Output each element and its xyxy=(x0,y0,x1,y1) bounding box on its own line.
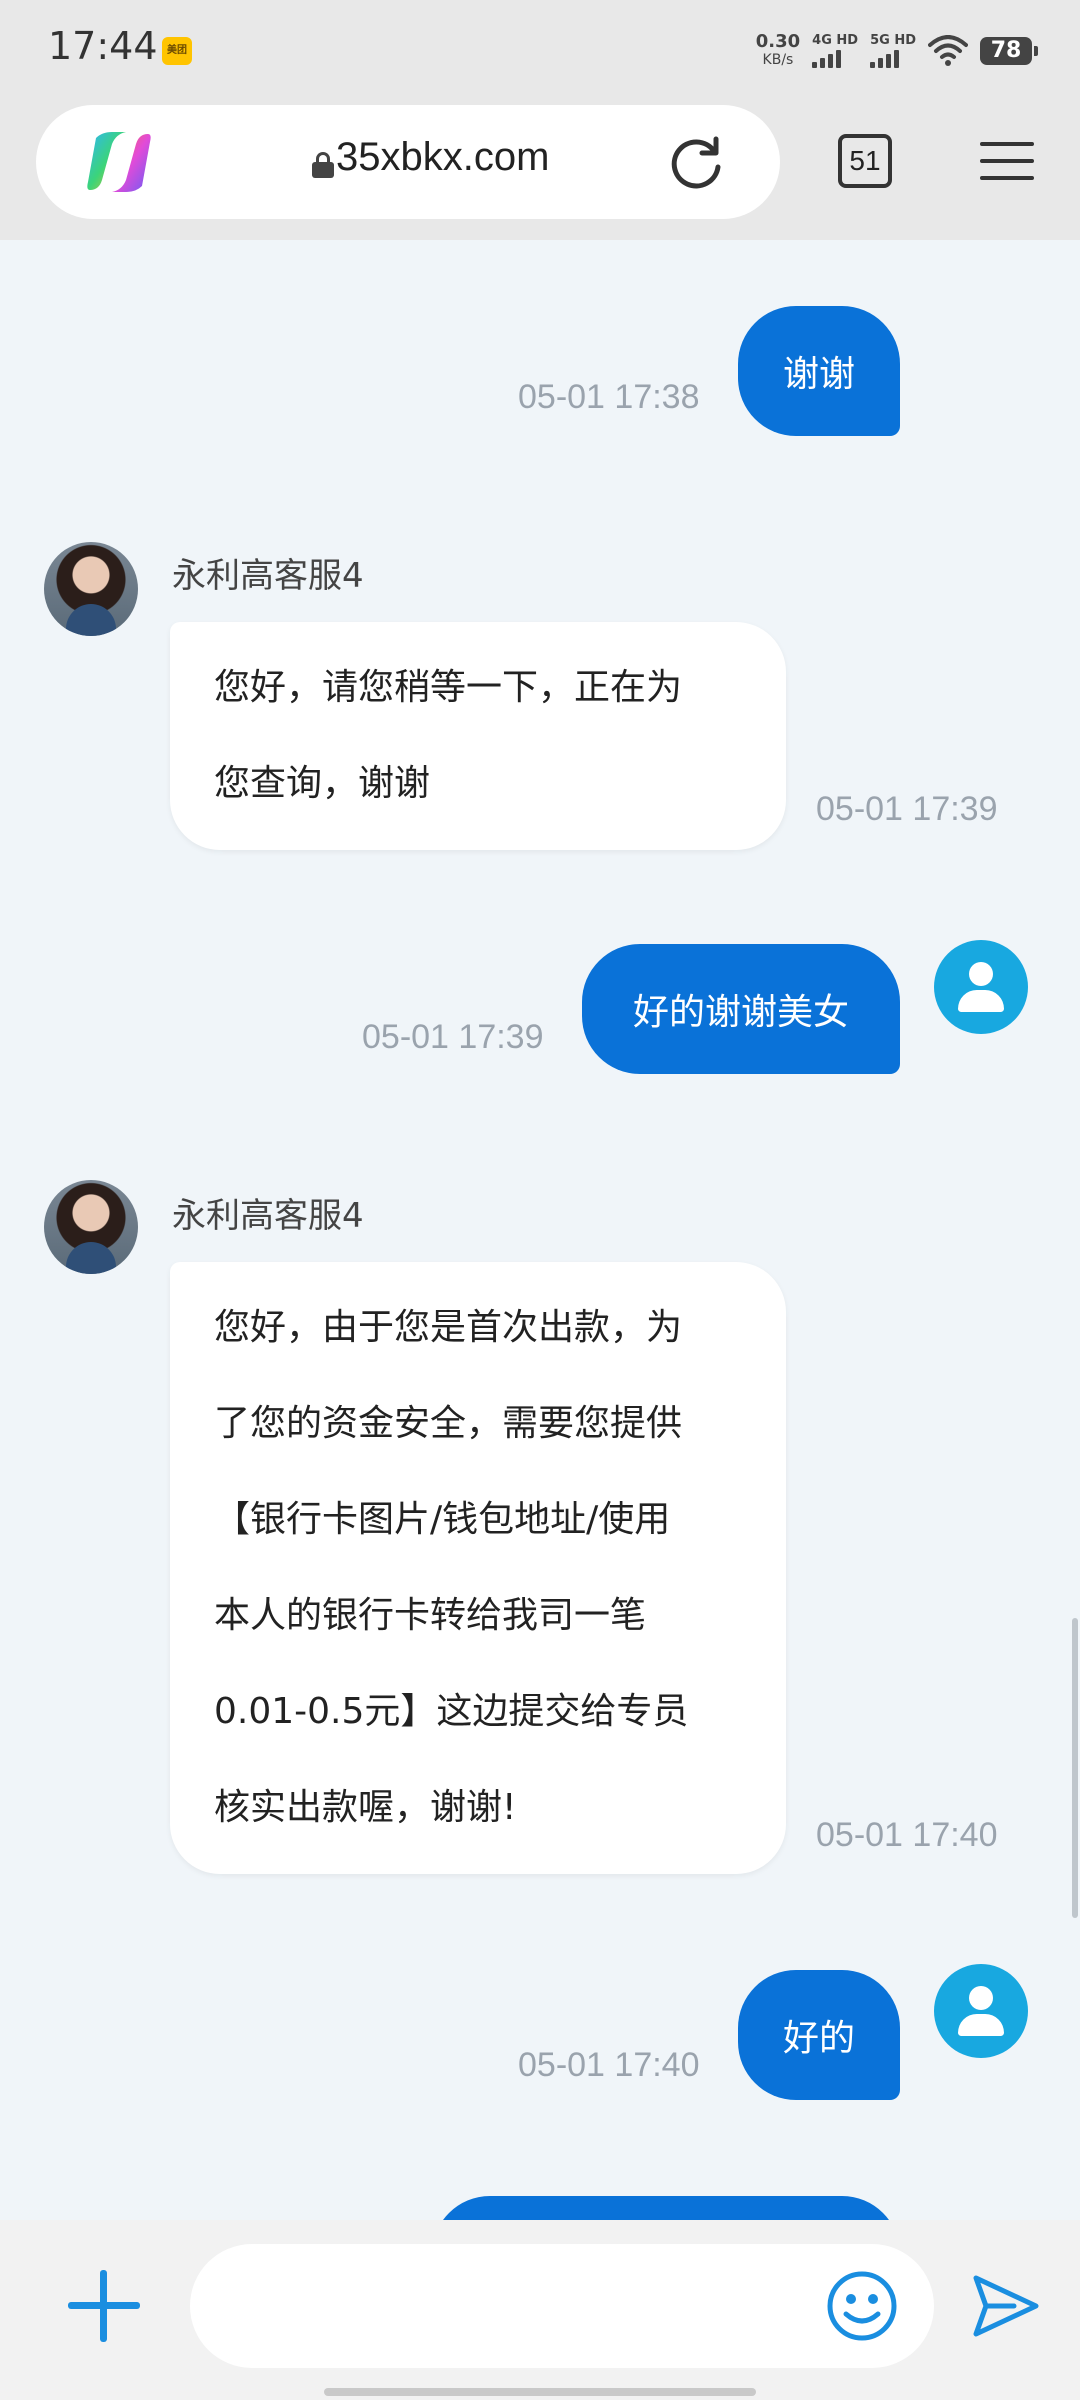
message-bubble[interactable]: 好的 xyxy=(738,1970,900,2100)
chat-scrollbar[interactable] xyxy=(1072,1618,1078,1918)
incoming-message-bubble[interactable]: 您好，请您稍等一下，正在为 您查询，谢谢 xyxy=(170,622,786,850)
message-line: 您好，由于您是首次出款，为 xyxy=(214,1307,683,1348)
network-speed-unit: KB/s xyxy=(762,52,794,68)
agent-avatar[interactable] xyxy=(44,1180,138,1274)
user-avatar-icon xyxy=(934,940,1028,1034)
agent-avatar[interactable] xyxy=(44,542,138,636)
sim1-signal-icon: 4G HD xyxy=(812,34,858,68)
sim2-signal-icon: 5G HD xyxy=(870,34,916,68)
copilot-icon[interactable] xyxy=(86,130,152,194)
meituan-app-icon: 美团 xyxy=(162,37,192,65)
status-indicators: 0.30 KB/s 4G HD 5G HD 78 xyxy=(756,26,1038,76)
sender-name: 永利高客服4 xyxy=(172,556,364,596)
message-line: 了您的资金安全，需要您提供 xyxy=(214,1403,683,1444)
status-bar: 17:44 美团 0.30 KB/s 4G HD 5G HD 78 xyxy=(0,0,1080,100)
message-input[interactable] xyxy=(190,2244,934,2368)
message-timestamp: 05-01 17:39 xyxy=(816,790,998,828)
home-indicator[interactable] xyxy=(324,2388,756,2396)
menu-icon[interactable] xyxy=(980,142,1034,182)
outgoing-message: 好的谢谢美女 xyxy=(582,944,900,1074)
wifi-icon xyxy=(928,35,968,66)
battery-icon: 78 xyxy=(980,37,1038,65)
message-input-bar xyxy=(0,2220,1080,2400)
message-line: 核实出款喔，谢谢! xyxy=(214,1787,517,1828)
user-avatar-icon xyxy=(934,1964,1028,2058)
message-bubble[interactable]: 好的谢谢美女 xyxy=(582,944,900,1074)
message-line: 您查询，谢谢 xyxy=(214,763,431,804)
reload-icon[interactable] xyxy=(666,133,726,193)
address-bar[interactable]: 35xbkx.com xyxy=(36,105,780,219)
chat-message-list[interactable]: 谢谢 05-01 17:38 永利高客服4 您好，请您稍等一下，正在为 您查询，… xyxy=(0,240,1080,2220)
sender-name: 永利高客服4 xyxy=(172,1196,364,1236)
message-line: 您好，请您稍等一下，正在为 xyxy=(214,667,683,708)
message-line: 0.01-0.5元】这边提交给专员 xyxy=(214,1691,689,1732)
message-timestamp: 05-01 17:40 xyxy=(518,2046,700,2084)
sim1-label: 4G HD xyxy=(812,33,859,48)
network-speed-value: 0.30 xyxy=(755,31,801,52)
status-time: 17:44 xyxy=(48,24,158,68)
message-timestamp: 05-01 17:40 xyxy=(816,1816,998,1854)
message-timestamp: 05-01 17:38 xyxy=(518,378,700,416)
add-attachment-icon[interactable] xyxy=(68,2270,140,2342)
outgoing-message-partial[interactable] xyxy=(432,2196,900,2220)
tab-count-button[interactable]: 51 xyxy=(838,134,892,188)
browser-toolbar: 35xbkx.com 51 xyxy=(0,100,1080,240)
sim2-label: 5G HD xyxy=(870,33,916,48)
emoji-icon[interactable] xyxy=(826,2270,898,2342)
outgoing-message: 好的 xyxy=(738,1970,900,2100)
message-line: 【银行卡图片/钱包地址/使用 xyxy=(214,1499,671,1540)
lock-icon xyxy=(312,152,334,178)
message-line: 本人的银行卡转给我司一笔 xyxy=(214,1595,647,1636)
url-text[interactable]: 35xbkx.com xyxy=(336,135,549,180)
outgoing-message: 谢谢 xyxy=(738,306,900,436)
incoming-message-bubble[interactable]: 您好，由于您是首次出款，为 了您的资金安全，需要您提供 【银行卡图片/钱包地址/… xyxy=(170,1262,786,1874)
message-timestamp: 05-01 17:39 xyxy=(362,1018,544,1056)
send-icon[interactable] xyxy=(970,2272,1042,2340)
network-speed: 0.30 KB/s xyxy=(756,33,800,69)
message-bubble[interactable]: 谢谢 xyxy=(738,306,900,436)
